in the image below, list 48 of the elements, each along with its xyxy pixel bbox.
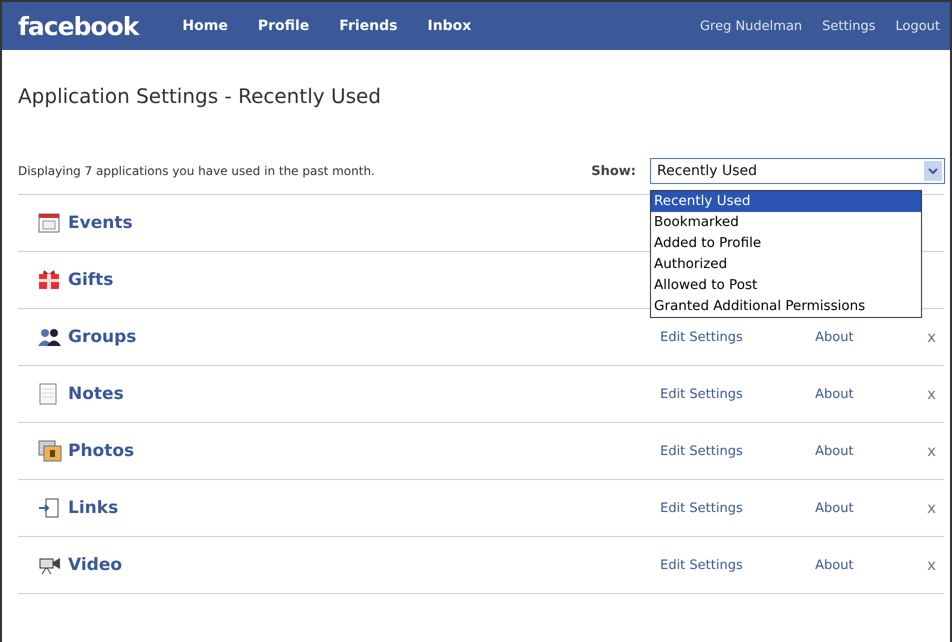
about-link[interactable]: About xyxy=(815,500,928,516)
app-link[interactable]: Notes xyxy=(68,384,124,404)
app-link[interactable]: Gifts xyxy=(68,270,114,290)
dropdown-option[interactable]: Granted Additional Permissions xyxy=(651,296,921,317)
video-camera-icon xyxy=(38,555,62,575)
edit-settings-link[interactable]: Edit Settings xyxy=(660,444,816,458)
nav-link[interactable]: Friends xyxy=(339,18,398,34)
photo-icon xyxy=(38,440,62,462)
link-icon xyxy=(38,497,60,519)
about-link[interactable]: About xyxy=(815,330,928,344)
account-link[interactable]: Logout xyxy=(895,18,940,34)
caret-icon xyxy=(924,161,942,181)
app-link[interactable]: Groups xyxy=(68,327,136,347)
about-link[interactable]: About xyxy=(815,386,928,402)
page-title: Application Settings - Recently Used xyxy=(18,84,382,108)
dropdown-option[interactable]: Bookmarked xyxy=(651,212,921,233)
logo[interactable]: facebook xyxy=(18,12,138,40)
app-link[interactable]: Video xyxy=(68,555,122,575)
remove-button[interactable]: x xyxy=(927,385,936,403)
remove-button[interactable]: x xyxy=(927,556,936,574)
nav-link[interactable]: Home xyxy=(182,18,228,34)
remove-button[interactable]: x xyxy=(927,328,936,346)
dropdown-option[interactable]: Recently Used xyxy=(651,191,921,212)
edit-settings-link[interactable]: Edit Settings xyxy=(660,558,816,572)
dropdown-option[interactable]: Authorized xyxy=(651,254,921,275)
nav-link[interactable]: Inbox xyxy=(427,18,472,34)
app-link[interactable]: Links xyxy=(68,498,118,518)
account-link[interactable]: Greg Nudelman xyxy=(700,18,802,34)
account-link[interactable]: Settings xyxy=(822,18,876,34)
nav-link[interactable]: Profile xyxy=(258,18,310,34)
show-dropdown[interactable]: Recently Used xyxy=(650,158,945,184)
show-label: Show: xyxy=(591,164,636,178)
about-link[interactable]: About xyxy=(815,444,928,458)
edit-settings-link[interactable]: Edit Settings xyxy=(660,386,816,402)
gift-icon xyxy=(38,270,60,290)
edit-settings-link[interactable]: Edit Settings xyxy=(660,330,816,344)
about-link[interactable]: About xyxy=(815,558,928,572)
dropdown-option[interactable]: Allowed to Post xyxy=(651,275,921,296)
summary-text: Displaying 7 applications you have used in the past month. xyxy=(18,164,376,178)
dropdown-option[interactable]: Added to Profile xyxy=(651,233,921,254)
calendar-icon xyxy=(38,213,60,233)
app-link[interactable]: Photos xyxy=(68,441,134,461)
people-icon xyxy=(38,327,62,347)
app-link[interactable]: Events xyxy=(68,213,133,233)
remove-button[interactable]: x xyxy=(927,499,936,517)
note-icon xyxy=(38,383,58,405)
remove-button[interactable]: x xyxy=(927,442,936,460)
edit-settings-link[interactable]: Edit Settings xyxy=(660,500,816,516)
